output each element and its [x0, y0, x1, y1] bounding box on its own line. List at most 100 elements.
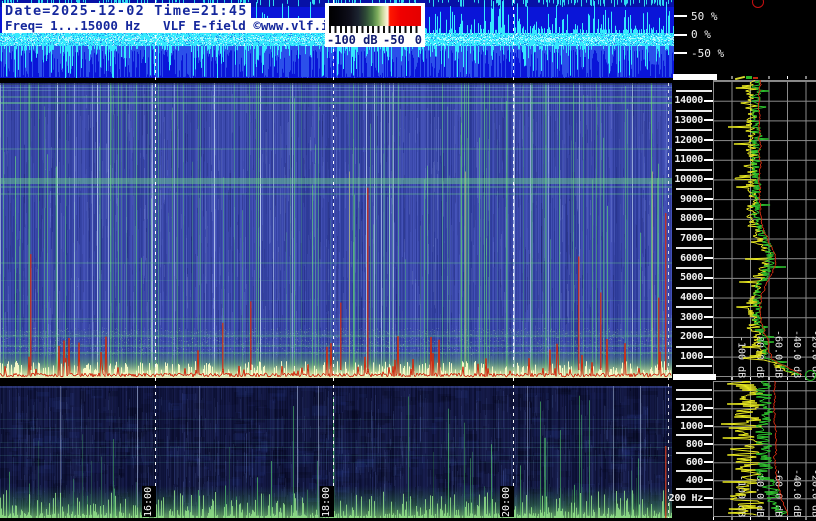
freq-axis-dash [704, 316, 713, 319]
time-gridline-18 [333, 0, 334, 518]
colorbar-gradient [329, 6, 421, 26]
freq-axis-minor-tick [676, 168, 712, 171]
amp-axis-row: 0 % [674, 28, 744, 41]
freq-axis-minor-tick [676, 207, 712, 210]
freq-axis-dash [704, 178, 713, 181]
amp-axis-row: 50 % [674, 9, 744, 23]
freq-axis-row: 10000 [672, 173, 713, 185]
freq-axis-dash [704, 355, 713, 358]
freq-axis-label: 200 Hz [668, 492, 704, 504]
freq-axis-label: 4000 [680, 292, 703, 304]
scale-edge-bar-mid [673, 374, 716, 380]
freq-axis-minor-tick [676, 345, 712, 348]
freq-axis-row: 8000 [672, 213, 713, 225]
spectrogram-lower-display [0, 386, 672, 518]
amp-axis-row: -50 % [674, 46, 744, 60]
marker-green-circle [805, 370, 816, 381]
freq-axis-minor-tick [676, 488, 712, 491]
freq-axis-label: 13000 [674, 114, 703, 126]
freq-axis-minor-tick [676, 434, 712, 437]
freq-axis-label: 600 [685, 456, 703, 468]
freq-axis-row: 7000 [672, 233, 713, 245]
scale-edge-bar-top [673, 74, 717, 80]
freq-axis-minor-tick [676, 89, 712, 92]
freq-axis-dash [704, 461, 713, 464]
freq-axis-row: 800 [672, 438, 713, 450]
amp-axis-label: -50 % [691, 46, 725, 60]
freq-axis-dash [704, 139, 713, 142]
freq-axis-dash [704, 443, 713, 446]
freq-axis-dash [704, 296, 713, 299]
freq-axis-label: 1000 [680, 420, 703, 432]
freq-axis-row: 400 [672, 474, 713, 486]
freq-axis-dash [704, 425, 713, 428]
freq-axis-minor-tick [676, 365, 712, 368]
status-freq-range: Freq= 1...15000 Hz VLF E-field ©www.vlf.… [2, 18, 340, 34]
freq-axis-label: 3000 [680, 311, 703, 323]
freq-axis-minor-tick [676, 109, 712, 112]
colorbar-label-max: 0 [414, 33, 422, 47]
colorbar-label-min: -100 dB [327, 33, 378, 47]
freq-axis-row: 1200 [672, 402, 713, 414]
freq-axis-minor-tick [676, 398, 712, 401]
freq-axis-row: 1000 [672, 420, 713, 432]
freq-axis-minor-tick [676, 506, 712, 509]
freq-axis-row: 14000 [672, 95, 713, 107]
freq-axis-label: 9000 [680, 193, 703, 205]
freq-axis-label: 7000 [680, 233, 703, 244]
freq-axis-minor-tick [676, 470, 712, 473]
freq-axis-dash [704, 479, 713, 482]
time-cursor-line [668, 83, 669, 518]
time-gridline-16 [155, 0, 156, 518]
freq-axis-label: 5000 [680, 272, 703, 284]
freq-axis-minor-tick [676, 286, 712, 289]
time-label: 16:00 [142, 486, 156, 517]
freq-axis-row: 13000 [672, 114, 713, 126]
vlf-monitor-screen: Date=2025-12-02 Time=21:45 Freq= 1...150… [0, 0, 816, 521]
freq-axis-row: 600 [672, 456, 713, 468]
freq-axis-row: 4000 [672, 292, 713, 304]
trace-tip-red [753, 77, 758, 79]
freq-axis-label: 11000 [674, 154, 703, 166]
freq-axis-minor-tick [676, 227, 712, 230]
status-date-time: Date=2025-12-02 Time=21:45 [2, 3, 251, 20]
amp-axis-tick [674, 52, 687, 54]
amp-axis-tick [674, 33, 687, 36]
colorbar-label-mid: -50 [383, 33, 405, 47]
time-gridline-20 [513, 0, 514, 518]
amp-axis-label: 0 % [691, 28, 711, 41]
freq-axis-row: 200 Hz [668, 492, 713, 504]
freq-axis-label: 10000 [674, 173, 703, 185]
colorbar-ticks [329, 26, 421, 33]
freq-axis-label: 8000 [680, 213, 703, 225]
freq-axis-row: 12000 [672, 134, 713, 146]
freq-axis-minor-tick [676, 267, 712, 270]
freq-axis-row: 6000 [672, 252, 713, 264]
freq-axis-label: 6000 [680, 252, 703, 264]
spectrogram-upper-display [0, 83, 672, 378]
freq-axis-row: 2000 [672, 331, 713, 343]
time-label: 20:00 [500, 486, 514, 517]
freq-axis-minor-tick [676, 416, 712, 419]
freq-axis-dash [704, 217, 713, 220]
freq-axis-label: 800 [685, 438, 703, 450]
freq-axis-minor-tick [676, 306, 712, 309]
freq-axis-label: 1200 [680, 402, 703, 414]
freq-axis-dash [704, 257, 713, 260]
freq-axis-dash [704, 276, 713, 279]
freq-axis-dash [704, 237, 713, 240]
freq-axis-minor-tick [676, 247, 712, 250]
freq-axis-label: 14000 [674, 95, 703, 107]
freq-axis-minor-tick [676, 148, 712, 151]
freq-axis-dash [704, 335, 713, 338]
freq-axis-row: 1000 [672, 351, 713, 363]
freq-axis-dash [704, 158, 713, 161]
freq-axis-minor-tick [676, 389, 712, 392]
amp-axis-label: 50 % [691, 9, 718, 23]
spectrum-trace-lower [713, 381, 816, 516]
freq-axis-minor-tick [676, 326, 712, 329]
freq-axis-label: 12000 [674, 134, 703, 146]
colorbar: -100 dB -50 0 [325, 3, 425, 47]
freq-axis-minor-tick [676, 188, 712, 191]
freq-axis-dash [704, 99, 713, 102]
